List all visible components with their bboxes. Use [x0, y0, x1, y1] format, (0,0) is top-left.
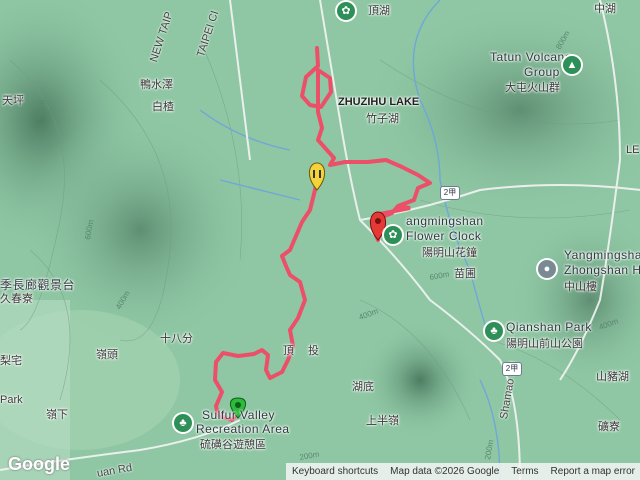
label-sulfur-en1: Sulfur Valley [202, 408, 275, 422]
label-ling-xia: 嶺下 [46, 409, 68, 421]
label-flower-zh: 陽明山花鐘 [422, 247, 477, 259]
label-le: LE [626, 144, 640, 156]
map-data-label: Map data ©2026 Google [390, 466, 500, 477]
label-ymsh-en2: Zhongshan H [564, 263, 640, 277]
google-logo: Google [8, 454, 70, 474]
label-qianshan-zh: 陽明山前山公園 [506, 338, 583, 350]
label-ding-tou-1: 頂 [283, 345, 294, 357]
label-qianshan-en: Qianshan Park [506, 320, 592, 334]
road-shield-2a: 2甲 [440, 186, 460, 200]
label-ling-tou: 嶺頭 [96, 349, 118, 361]
label-tian-ping: 天坪 [2, 95, 24, 107]
keyboard-shortcuts-link[interactable]: Keyboard shortcuts [286, 466, 384, 477]
road-shield-2a-2: 2甲 [502, 362, 522, 376]
label-flower-en1: angmingshan [406, 214, 484, 228]
flower-poi-icon[interactable]: ✿ [337, 2, 355, 20]
label-zhuzihu-en: ZHUZIHU LAKE [338, 96, 420, 108]
label-ding-tou-2: 投 [308, 345, 319, 357]
label-zhong-hu: 中湖 [594, 3, 616, 15]
label-ymsh-zh: 中山樓 [564, 281, 597, 293]
label-tatun-group: Group [524, 65, 560, 79]
label-tatun-en: Tatun Volcano [490, 50, 572, 64]
label-sulfur-en2: Recreation Area [196, 422, 290, 436]
landmark-poi-icon[interactable]: ● [538, 260, 556, 278]
label-ymsh-en1: Yangmingshan [564, 248, 640, 262]
label-hu-di: 湖底 [352, 381, 374, 393]
label-miao-pu: 苗圃 [454, 268, 476, 280]
label-ji-zhang: 季長廊觀景台 [0, 278, 76, 292]
report-error-link[interactable]: Report a map error [545, 466, 640, 477]
label-sulfur-zh: 硫磺谷遊憩區 [200, 439, 266, 451]
label-bai-qi: 白楂 [152, 101, 174, 113]
label-shi-ba-fen: 十八分 [160, 333, 193, 345]
map-footer: Keyboard shortcuts Map data ©2026 Google… [286, 463, 640, 480]
label-shang-ban-ling: 上半嶺 [366, 415, 399, 427]
label-tatun-zh: 大屯火山群 [505, 82, 560, 94]
label-li-zhai: 梨宅 [0, 355, 22, 367]
park-poi-icon-2[interactable]: ♣ [174, 414, 192, 432]
terms-link[interactable]: Terms [505, 466, 544, 477]
mountain-poi-icon[interactable]: ▲ [563, 56, 581, 74]
label-ya-shui-ze: 鴨水澤 [140, 79, 173, 91]
label-flower-en2: Flower Clock [406, 229, 482, 243]
label-ping-liao: 礦寮 [598, 421, 620, 433]
flower-clock-poi-icon[interactable]: ✿ [384, 226, 402, 244]
label-liu-shan-hu: 山豬湖 [596, 371, 629, 383]
park-poi-icon[interactable]: ♣ [485, 322, 503, 340]
label-ding-hu: 頂湖 [368, 5, 390, 17]
label-zhuzihu-zh: 竹子湖 [366, 113, 399, 125]
label-park: Park [0, 394, 23, 406]
